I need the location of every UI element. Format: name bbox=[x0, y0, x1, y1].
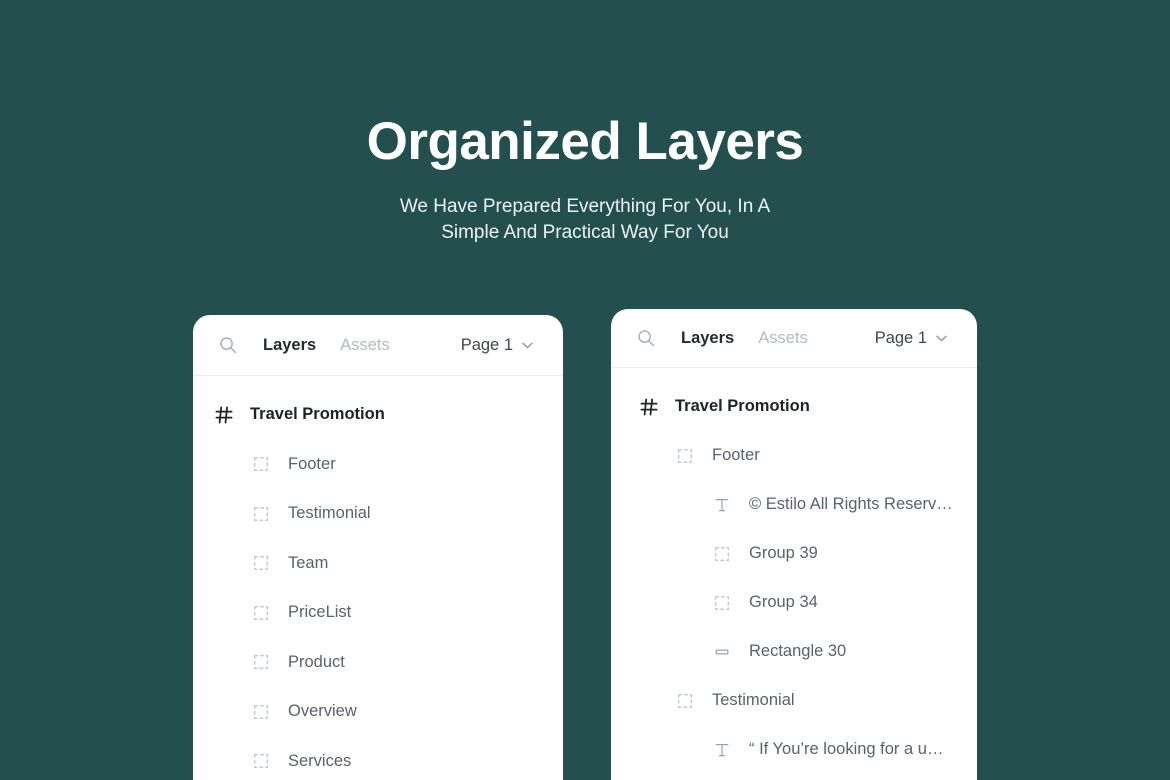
layer-row-label: “ If You’re looking for a u… bbox=[749, 740, 944, 758]
layer-row-label: Testimonial bbox=[288, 504, 371, 523]
tab-assets[interactable]: Assets bbox=[758, 328, 808, 348]
layer-row-label: Group 39 bbox=[749, 544, 818, 562]
group-icon bbox=[251, 504, 271, 524]
text-icon bbox=[712, 495, 732, 515]
page-selector-label: Page 1 bbox=[874, 329, 927, 347]
layer-row-label: Travel Promotion bbox=[250, 405, 385, 424]
layer-row-label: Product bbox=[288, 652, 345, 671]
page-selector-label: Page 1 bbox=[460, 336, 513, 354]
left-panel-header: Layers Assets Page 1 bbox=[193, 315, 563, 376]
group-icon bbox=[675, 691, 695, 711]
text-icon bbox=[712, 740, 732, 760]
group-icon bbox=[251, 702, 271, 722]
left-layer-list: Travel Promotion Footer Testimonial Team Pri… bbox=[193, 376, 563, 780]
layer-row-label: PriceList bbox=[288, 603, 352, 622]
tab-layers[interactable]: Layers bbox=[681, 328, 734, 348]
layer-row-label: Group 34 bbox=[749, 593, 818, 611]
page-selector[interactable]: Page 1 bbox=[461, 335, 533, 355]
page-subtitle-line-1: We Have Prepared Everything For You, In … bbox=[399, 196, 771, 217]
layer-row-label: Testimonial bbox=[712, 691, 795, 709]
group-icon bbox=[251, 751, 271, 771]
layer-row-label: Team bbox=[288, 553, 329, 572]
layer-row[interactable]: “ If You’re looking for a u… bbox=[611, 725, 977, 774]
layer-row[interactable]: Rectangle 30 bbox=[611, 627, 977, 676]
layer-row-label: Services bbox=[288, 751, 352, 770]
group-icon bbox=[251, 553, 271, 573]
layer-row[interactable]: Travel Promotion bbox=[611, 382, 977, 431]
layer-row-label: Rectangle 30 bbox=[749, 642, 847, 660]
left-panel: Layers Assets Page 1 Travel Promotion Foo… bbox=[193, 315, 563, 780]
layer-row[interactable]: Group 34 bbox=[611, 578, 977, 627]
hash-icon bbox=[214, 405, 234, 425]
layer-row-label: Travel Promotion bbox=[675, 397, 810, 415]
layer-row[interactable]: Group 39 bbox=[611, 529, 977, 578]
layer-row-label: © Estilo All Rights Reserv… bbox=[749, 495, 953, 513]
group-icon bbox=[712, 593, 732, 613]
layer-row[interactable]: Testimonial bbox=[193, 489, 563, 539]
page-subtitle: We Have Prepared Everything For You, In … bbox=[0, 194, 1170, 246]
group-icon bbox=[251, 603, 271, 623]
layer-row[interactable]: Overview bbox=[193, 687, 563, 737]
page-selector[interactable]: Page 1 bbox=[875, 328, 947, 348]
group-icon bbox=[251, 454, 271, 474]
rectangle-icon bbox=[712, 642, 732, 662]
layer-row[interactable]: Footer bbox=[193, 440, 563, 490]
layer-row-label: Footer bbox=[712, 446, 760, 464]
chevron-down-icon bbox=[522, 342, 533, 349]
layer-row[interactable]: Services bbox=[193, 737, 563, 780]
page-subtitle-line-2: Simple And Practical Way For You bbox=[441, 222, 729, 243]
layer-row[interactable]: Travel Promotion bbox=[193, 390, 563, 440]
search-icon[interactable] bbox=[637, 329, 655, 347]
page-title: Organized Layers bbox=[366, 112, 804, 171]
right-panel: Layers Assets Page 1 Travel Promotion Foo… bbox=[611, 309, 977, 780]
tab-assets[interactable]: Assets bbox=[340, 335, 390, 355]
hero-section: Organized Layers We Have Prepared Everyt… bbox=[0, 0, 1170, 246]
layer-row[interactable]: PriceList bbox=[193, 588, 563, 638]
hash-icon bbox=[639, 397, 659, 417]
layer-row[interactable]: Footer bbox=[611, 431, 977, 480]
layer-row[interactable]: Testimonial bbox=[611, 676, 977, 725]
group-icon bbox=[675, 446, 695, 466]
layer-row-label: Overview bbox=[288, 702, 357, 721]
search-icon[interactable] bbox=[219, 336, 237, 354]
group-icon bbox=[712, 544, 732, 564]
tab-layers[interactable]: Layers bbox=[263, 335, 316, 355]
layer-row[interactable]: Team bbox=[193, 539, 563, 589]
group-icon bbox=[251, 652, 271, 672]
layer-row-label: Footer bbox=[288, 454, 336, 473]
right-layer-list: Travel Promotion Footer © Estilo All Right… bbox=[611, 368, 977, 774]
chevron-down-icon bbox=[936, 335, 947, 342]
layer-row[interactable]: Product bbox=[193, 638, 563, 688]
layer-row[interactable]: © Estilo All Rights Reserv… bbox=[611, 480, 977, 529]
right-panel-header: Layers Assets Page 1 bbox=[611, 309, 977, 368]
